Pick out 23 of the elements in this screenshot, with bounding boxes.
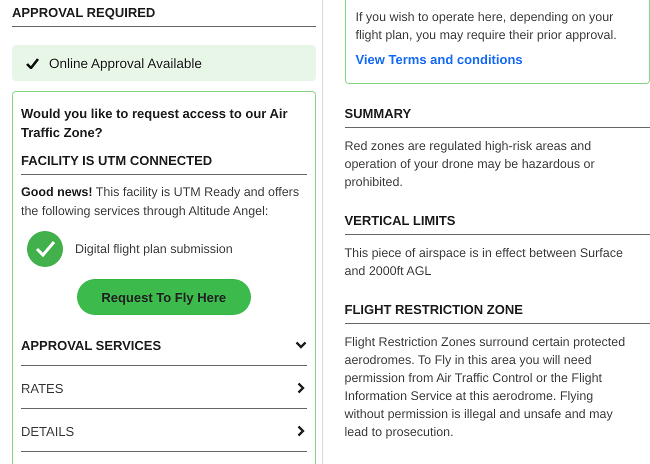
accordion-row[interactable]: APPROVAL SERVICES (21, 323, 306, 366)
section-heading: FLIGHT RESTRICTION ZONE (344, 302, 650, 324)
accordion-row[interactable]: DETAILS (21, 409, 306, 452)
section-text: This piece of airspace is in effect between Surface and 2000ft AGL (344, 245, 624, 280)
chevron-icon (294, 425, 306, 437)
section-heading: FACILITY IS UTM CONNECTED (21, 153, 306, 175)
check-icon (26, 58, 39, 68)
chevron-icon (294, 382, 306, 394)
status-label: Online Approval Available (49, 56, 202, 70)
terms-link[interactable]: View Terms and conditions (356, 52, 523, 67)
card-question: Would you like to request access to our Air Traffic Zone? (21, 105, 289, 142)
info-text: If you wish to operate here, depending on your flight plan, you may require their prior approval. (356, 9, 618, 44)
section-heading: VERTICAL LIMITS (344, 213, 650, 235)
accordion-row[interactable]: RATES (21, 366, 306, 409)
section-heading: APPROVAL REQUIRED (12, 5, 316, 27)
check-circle-icon (27, 231, 63, 267)
request-button[interactable]: Request To Fly Here (76, 279, 251, 315)
section-heading: SUMMARY (344, 106, 650, 128)
intro-text: Good news! This facility is UTM Ready and offers the following services through Altitude Angel: (21, 184, 300, 220)
section-text: Flight Restriction Zones surround certain protected aerodromes. To Fly in this area you will need permission from Air Traffic Control or the Flight Information Service at this aerodrome. Flying without permission is illegal and unsafe and may lead to prosecution. (344, 334, 626, 441)
section-text: Red zones are regulated high-risk areas and operation of your drone may be hazardous or prohibited. (344, 138, 596, 191)
service-label: Digital flight plan submission (75, 242, 233, 256)
chevron-icon (294, 339, 306, 351)
